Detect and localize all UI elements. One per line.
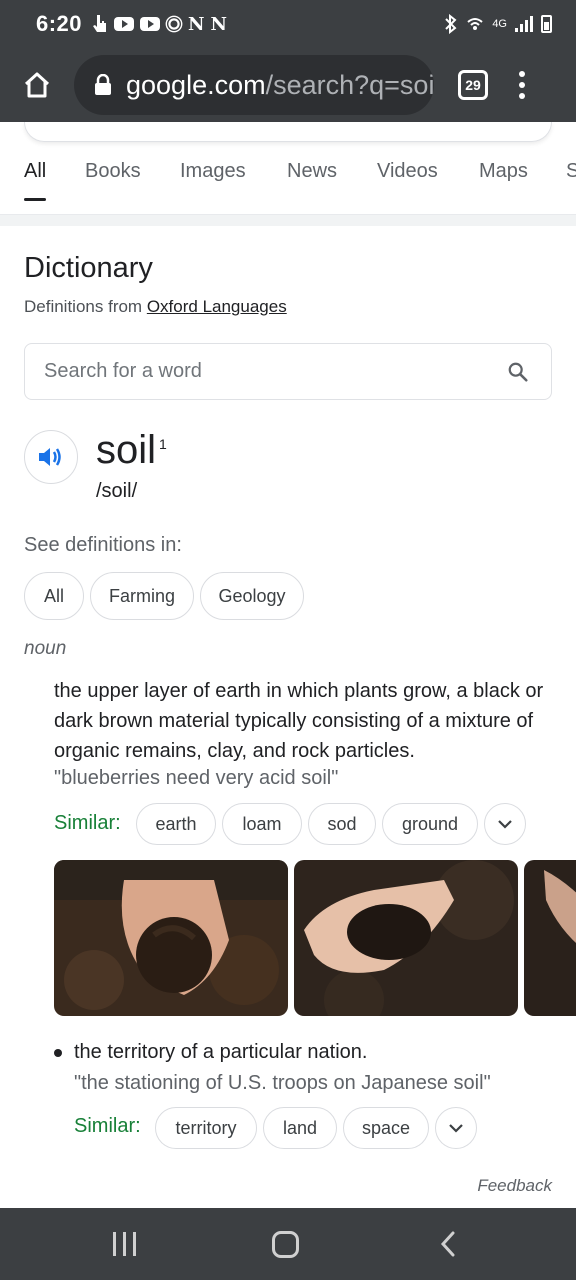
tabs-divider — [0, 214, 576, 226]
youtube-icon — [114, 17, 135, 31]
tab-shopping[interactable]: S — [566, 160, 576, 204]
signal-icon — [515, 16, 533, 32]
chevron-down-icon — [449, 1124, 463, 1133]
recents-button[interactable] — [113, 1232, 136, 1256]
wifi-icon — [467, 18, 483, 30]
battery-icon — [541, 15, 552, 33]
expand-synonyms-button-1[interactable] — [484, 803, 526, 845]
phonetic-spelling: /soil/ — [96, 480, 138, 502]
filter-chip-farming[interactable]: Farming — [90, 572, 194, 620]
tab-all[interactable]: All — [24, 160, 47, 204]
expand-synonyms-button-2[interactable] — [435, 1107, 477, 1149]
synonym-chip-ground[interactable]: ground — [382, 803, 478, 845]
headword-superscript: 1 — [159, 436, 167, 452]
back-icon[interactable] — [440, 1231, 456, 1257]
dictionary-title: Dictionary — [24, 252, 153, 284]
home-icon — [24, 72, 50, 98]
settings-sun-icon — [168, 18, 180, 30]
speaker-icon — [39, 448, 61, 466]
definition-1-example: "blueberries need very acid soil" — [54, 767, 339, 789]
menu-dot-icon — [519, 71, 525, 77]
synonym-chip-land[interactable]: land — [263, 1107, 337, 1149]
tab-switcher-button[interactable]: 29 — [458, 70, 488, 100]
headword-text: soil — [96, 428, 157, 472]
url-domain: google.com — [126, 69, 266, 100]
lock-icon — [95, 74, 111, 95]
definitions-source: Definitions from Oxford Languages — [24, 297, 287, 317]
part-of-speech: noun — [24, 638, 67, 659]
hand-pointer-icon — [93, 15, 107, 32]
url-text: google.com/search?q=soil — [126, 70, 434, 101]
oxford-languages-link[interactable]: Oxford Languages — [147, 297, 287, 316]
similar-label-1: Similar: — [54, 812, 121, 834]
soil-image-2[interactable] — [294, 860, 518, 1016]
definition-2-example: "the stationing of U.S. troops on Japane… — [74, 1072, 491, 1094]
address-bar[interactable]: google.com/search?q=soil — [74, 55, 434, 115]
soil-handful-image — [294, 860, 518, 1016]
see-definitions-label: See definitions in: — [24, 534, 182, 556]
youtube-icon-2 — [140, 17, 161, 31]
system-icons: 4G — [444, 14, 552, 34]
menu-dot-icon — [519, 82, 525, 88]
recents-bar-icon — [123, 1232, 126, 1256]
soil-image-1[interactable] — [54, 860, 288, 1016]
home-button[interactable] — [12, 60, 62, 110]
browser-toolbar: google.com/search?q=soil 29 — [0, 48, 576, 122]
synonym-chip-sod[interactable]: sod — [308, 803, 376, 845]
netflix-icon-2: N — [210, 13, 227, 35]
home-nav-button[interactable] — [272, 1231, 299, 1258]
tab-videos[interactable]: Videos — [377, 160, 438, 204]
menu-dot-icon — [519, 93, 525, 99]
soil-hands-image — [54, 860, 288, 1016]
status-bar: 6:20 N N 4G — [0, 0, 576, 48]
soil-image-3[interactable] — [524, 860, 576, 1016]
definition-1-text: the upper layer of earth in which plants… — [54, 680, 544, 762]
word-search-box — [24, 343, 552, 400]
tab-news[interactable]: News — [287, 160, 337, 204]
soil-image-partial — [524, 860, 576, 1016]
headword: soil 1 — [96, 428, 167, 473]
recents-bar-icon — [113, 1232, 116, 1256]
definition-2-text: the territory of a particular nation. — [74, 1041, 368, 1063]
search-box-bottom-edge — [24, 122, 552, 142]
definition-2-bullet — [54, 1049, 62, 1057]
search-tabs: All Books Images News Videos Maps S — [0, 160, 576, 208]
filter-chip-geology[interactable]: Geology — [200, 572, 304, 620]
synonym-chip-territory[interactable]: territory — [155, 1107, 257, 1149]
status-time: 6:20 — [36, 11, 83, 36]
pronunciation-button[interactable] — [24, 430, 78, 484]
feedback-link[interactable]: Feedback — [477, 1176, 552, 1196]
similar-label-2: Similar: — [74, 1115, 141, 1137]
word-search-input[interactable] — [44, 360, 484, 383]
synonym-chip-earth[interactable]: earth — [136, 803, 216, 845]
synonym-chip-space[interactable]: space — [343, 1107, 429, 1149]
url-path: /search?q=soil — [265, 69, 434, 100]
recents-bar-icon — [133, 1232, 136, 1256]
tab-images[interactable]: Images — [180, 160, 246, 204]
tab-books[interactable]: Books — [85, 160, 141, 204]
system-navigation-bar — [0, 1208, 576, 1280]
synonym-chip-loam[interactable]: loam — [222, 803, 302, 845]
network-type-label: 4G — [492, 18, 507, 30]
browser-menu-button[interactable] — [516, 71, 528, 99]
source-prefix: Definitions from — [24, 297, 147, 316]
search-icon[interactable] — [507, 361, 529, 383]
chevron-down-icon — [498, 820, 512, 829]
netflix-icon: N — [188, 13, 205, 35]
bluetooth-icon — [445, 14, 457, 34]
filter-chip-all[interactable]: All — [24, 572, 84, 620]
notification-icons: N N — [92, 14, 227, 35]
tab-maps[interactable]: Maps — [479, 160, 528, 204]
